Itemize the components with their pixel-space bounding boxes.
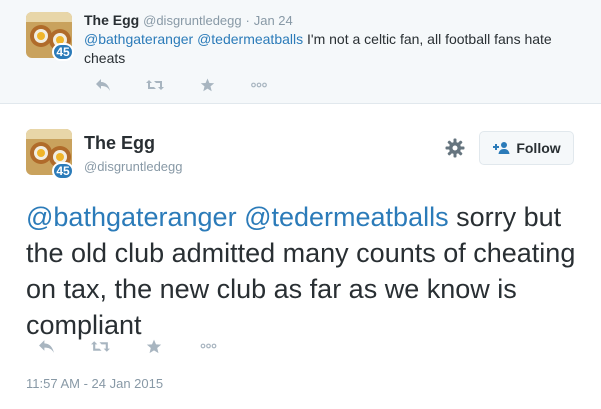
follow-label: Follow bbox=[516, 140, 561, 156]
username[interactable]: @disgruntledegg bbox=[143, 13, 241, 28]
tweet-actions bbox=[26, 337, 242, 355]
reply-icon[interactable] bbox=[84, 77, 122, 93]
mention-link[interactable]: @bathgateranger bbox=[26, 202, 237, 232]
reply-header: The Egg @disgruntledegg · Jan 24 bbox=[84, 12, 293, 28]
mention-link[interactable]: @tedermeatballs bbox=[197, 31, 303, 47]
tweet-actions bbox=[84, 77, 292, 93]
tweet-text: @bathgateranger @tedermeatballs I'm not … bbox=[84, 30, 584, 68]
add-user-icon bbox=[492, 141, 510, 155]
gear-icon[interactable] bbox=[444, 137, 466, 159]
avatar-badge: 45 bbox=[52, 162, 74, 180]
mention-link[interactable]: @tedermeatballs bbox=[244, 202, 449, 232]
favorite-icon[interactable] bbox=[188, 77, 226, 93]
tweet-timestamp[interactable]: 11:57 AM - 24 Jan 2015 bbox=[26, 376, 163, 391]
retweet-icon[interactable] bbox=[136, 77, 174, 93]
display-name[interactable]: The Egg bbox=[84, 133, 155, 154]
mention-link[interactable]: @bathgateranger bbox=[84, 31, 193, 47]
follow-button[interactable]: Follow bbox=[479, 131, 574, 165]
separator: · bbox=[245, 13, 250, 28]
tweet-text: @bathgateranger @tedermeatballs sorry bu… bbox=[26, 199, 581, 343]
username[interactable]: @disgruntledegg bbox=[84, 159, 182, 174]
tweet-date[interactable]: Jan 24 bbox=[254, 13, 293, 28]
permalink-tweet: 45 The Egg @disgruntledegg Follow @bathg… bbox=[0, 105, 601, 409]
more-icon[interactable] bbox=[188, 337, 228, 355]
favorite-icon[interactable] bbox=[134, 337, 174, 355]
more-icon[interactable] bbox=[240, 77, 278, 93]
display-name[interactable]: The Egg bbox=[84, 12, 139, 28]
retweet-icon[interactable] bbox=[80, 337, 120, 355]
reply-tweet[interactable]: 45 The Egg @disgruntledegg · Jan 24 @bat… bbox=[0, 0, 601, 104]
reply-icon[interactable] bbox=[26, 337, 66, 355]
avatar-badge: 45 bbox=[52, 43, 74, 61]
